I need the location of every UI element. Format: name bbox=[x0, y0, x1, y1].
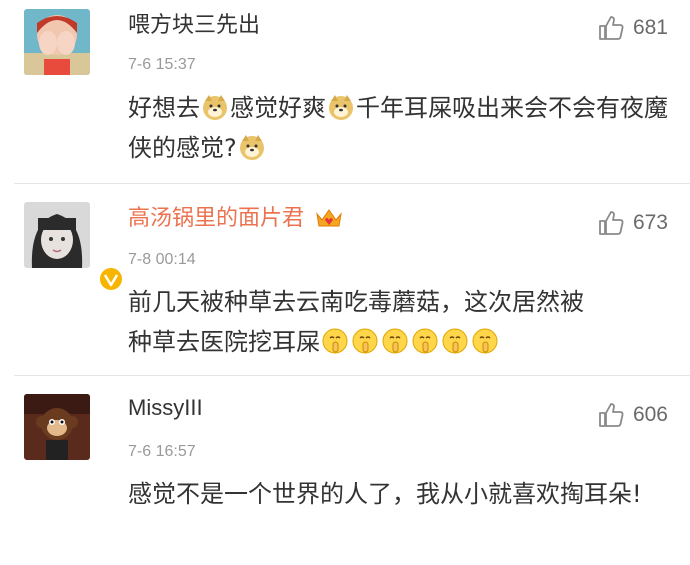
shush-face-icon bbox=[382, 328, 408, 354]
like-button[interactable]: 673 bbox=[597, 208, 668, 238]
doge-face-icon bbox=[239, 135, 264, 160]
username[interactable]: MissyIII bbox=[128, 394, 203, 422]
comment-text: 前几天被种草去云南吃毒蘑菇，这次居然被 种草去医院挖耳屎 bbox=[128, 288, 584, 356]
crown-member-icon bbox=[316, 209, 342, 227]
avatar[interactable] bbox=[24, 202, 124, 292]
comment-item: 高汤锅里的面片君 7-8 00:14 673 前几天被种草去云南吃毒蘑菇，这次居… bbox=[0, 184, 690, 375]
avatar[interactable] bbox=[24, 9, 90, 75]
like-button[interactable]: 681 bbox=[597, 13, 668, 43]
username[interactable]: 高汤锅里的面片君 bbox=[128, 205, 343, 233]
shush-face-icon bbox=[442, 328, 468, 354]
like-count: 673 bbox=[632, 211, 668, 234]
thumbs-up-icon bbox=[599, 403, 624, 427]
avatar[interactable] bbox=[24, 394, 90, 460]
thumbs-up-icon bbox=[599, 211, 624, 235]
shush-face-icon bbox=[352, 328, 378, 354]
timestamp: 7-8 00:14 bbox=[128, 251, 196, 268]
shush-face-icon bbox=[472, 328, 498, 354]
comment-item: 喂方块三先出 7-6 15:37 681 好想去 感觉好爽 千年耳屎吸出来会不会有夜… bbox=[0, 0, 690, 183]
doge-face-icon bbox=[203, 95, 227, 120]
shush-face-icon bbox=[322, 328, 348, 354]
doge-face-icon bbox=[329, 95, 353, 120]
comment-text: 感觉不是一个世界的人了，我从小就喜欢掏耳朵! bbox=[128, 480, 642, 508]
comment-item: MissyIII 7-6 16:57 606 感觉不是一个世界的人了，我从小就喜… bbox=[0, 376, 690, 565]
timestamp: 7-6 16:57 bbox=[128, 443, 196, 460]
shush-face-icon bbox=[412, 328, 438, 354]
timestamp: 7-6 15:37 bbox=[128, 56, 196, 73]
comment-list: 喂方块三先出 7-6 15:37 681 好想去 感觉好爽 千年耳屎吸出来会不会有夜… bbox=[0, 0, 690, 565]
like-button[interactable]: 606 bbox=[597, 400, 668, 430]
username[interactable]: 喂方块三先出 bbox=[128, 12, 260, 40]
thumbs-up-icon bbox=[599, 16, 624, 40]
like-count: 681 bbox=[632, 16, 668, 39]
like-count: 606 bbox=[632, 403, 668, 426]
comment-text: 好想去 感觉好爽 千年耳屎吸出来会不会有夜魔侠的感觉? bbox=[128, 94, 668, 162]
verified-badge-icon bbox=[98, 266, 124, 292]
